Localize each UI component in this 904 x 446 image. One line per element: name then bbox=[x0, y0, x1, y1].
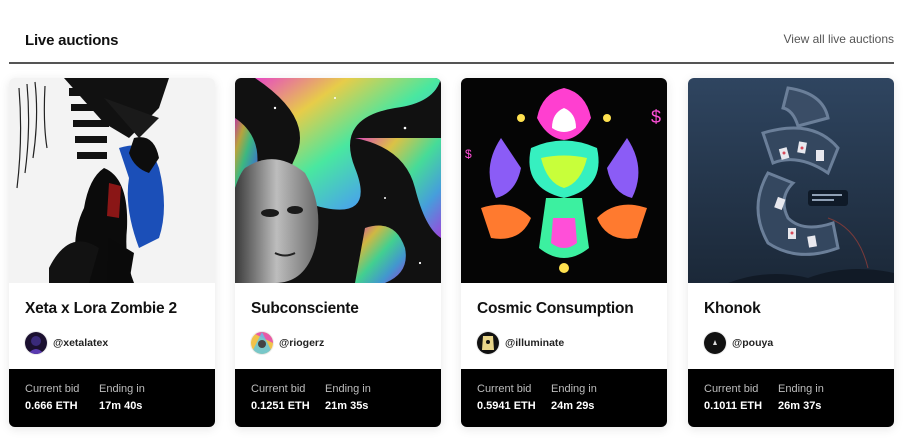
creator[interactable]: @xetalatex bbox=[25, 332, 108, 354]
section-title: Live auctions bbox=[25, 32, 119, 49]
auction-title[interactable]: Khonok bbox=[704, 300, 761, 318]
creator-handle[interactable]: @riogerz bbox=[279, 337, 324, 349]
creator-avatar[interactable] bbox=[477, 332, 499, 354]
current-bid: Current bid 0.5941 ETH bbox=[477, 383, 536, 413]
auction-card[interactable]: Subconsciente @riogerz Current bid 0.125… bbox=[235, 78, 441, 427]
ending-in-value: 26m 37s bbox=[778, 400, 822, 412]
current-bid-label: Current bid bbox=[704, 383, 759, 395]
current-bid: Current bid 0.1251 ETH bbox=[251, 383, 310, 413]
ending-in-label: Ending in bbox=[778, 383, 824, 395]
creator-avatar[interactable] bbox=[704, 332, 726, 354]
artwork-image[interactable] bbox=[235, 78, 441, 283]
ending-in: Ending in 26m 37s bbox=[778, 383, 824, 413]
bid-info: Current bid 0.666 ETH Ending in 17m 40s bbox=[9, 369, 215, 427]
current-bid-value: 0.1251 ETH bbox=[251, 400, 310, 412]
ending-in: Ending in 24m 29s bbox=[551, 383, 597, 413]
bid-info: Current bid 0.1251 ETH Ending in 21m 35s bbox=[235, 369, 441, 427]
creator[interactable]: @illuminate bbox=[477, 332, 564, 354]
ending-in-label: Ending in bbox=[99, 383, 145, 395]
live-auctions-header: Live auctions View all live auctions bbox=[9, 24, 894, 64]
ending-in-value: 24m 29s bbox=[551, 400, 595, 412]
auction-title[interactable]: Subconsciente bbox=[251, 300, 359, 318]
creator-handle[interactable]: @pouya bbox=[732, 337, 773, 349]
creator-handle[interactable]: @xetalatex bbox=[53, 337, 108, 349]
current-bid-value: 0.1011 ETH bbox=[704, 400, 763, 412]
ending-in-label: Ending in bbox=[325, 383, 371, 395]
bid-info: Current bid 0.5941 ETH Ending in 24m 29s bbox=[461, 369, 667, 427]
auction-card[interactable]: $ $ Cosmic Consumption @illuminate Curre… bbox=[461, 78, 667, 427]
creator-handle[interactable]: @illuminate bbox=[505, 337, 564, 349]
view-all-live-auctions-link[interactable]: View all live auctions bbox=[783, 32, 894, 46]
creator-avatar[interactable] bbox=[25, 332, 47, 354]
artwork-image[interactable] bbox=[688, 78, 894, 283]
creator[interactable]: @pouya bbox=[704, 332, 773, 354]
svg-text:$: $ bbox=[651, 107, 661, 127]
auction-card[interactable]: Xeta x Lora Zombie 2 @xetalatex Current … bbox=[9, 78, 215, 427]
artwork-image[interactable] bbox=[9, 78, 215, 283]
creator-avatar[interactable] bbox=[251, 332, 273, 354]
current-bid-label: Current bid bbox=[251, 383, 306, 395]
svg-text:$: $ bbox=[465, 147, 472, 161]
auction-card[interactable]: Khonok @pouya Current bid 0.1011 ETH End… bbox=[688, 78, 894, 427]
artwork-image[interactable]: $ $ bbox=[461, 78, 667, 283]
ending-in-label: Ending in bbox=[551, 383, 597, 395]
current-bid-value: 0.5941 ETH bbox=[477, 400, 536, 412]
ending-in-value: 21m 35s bbox=[325, 400, 369, 412]
current-bid-label: Current bid bbox=[25, 383, 80, 395]
creator[interactable]: @riogerz bbox=[251, 332, 324, 354]
current-bid: Current bid 0.1011 ETH bbox=[704, 383, 762, 413]
current-bid-value: 0.666 ETH bbox=[25, 400, 78, 412]
auction-title[interactable]: Cosmic Consumption bbox=[477, 300, 634, 318]
ending-in: Ending in 17m 40s bbox=[99, 383, 145, 413]
ending-in: Ending in 21m 35s bbox=[325, 383, 371, 413]
current-bid: Current bid 0.666 ETH bbox=[25, 383, 79, 413]
auction-title[interactable]: Xeta x Lora Zombie 2 bbox=[25, 300, 177, 318]
ending-in-value: 17m 40s bbox=[99, 400, 143, 412]
current-bid-label: Current bid bbox=[477, 383, 532, 395]
bid-info: Current bid 0.1011 ETH Ending in 26m 37s bbox=[688, 369, 894, 427]
